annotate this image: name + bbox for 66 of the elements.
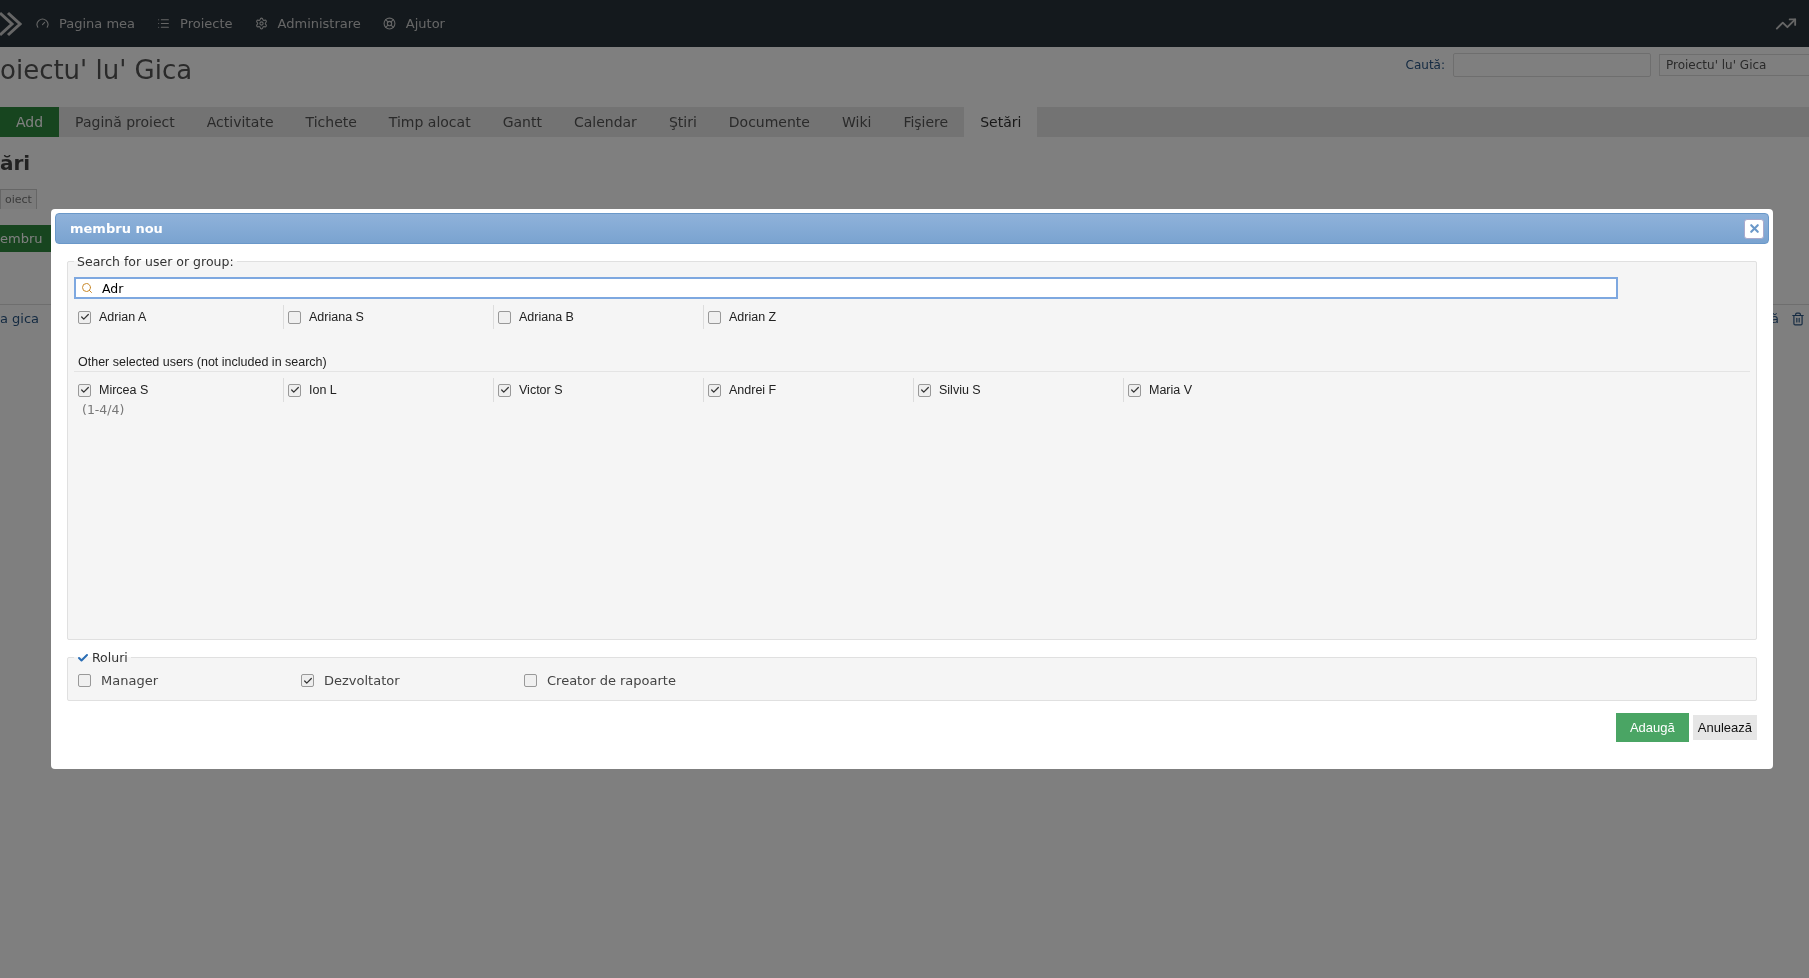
search-label: Caută: <box>1405 58 1445 72</box>
checkbox[interactable] <box>288 310 301 324</box>
checkbox[interactable] <box>708 310 721 324</box>
user-name: Mircea S <box>99 383 149 397</box>
cancel-button[interactable]: Anulează <box>1692 715 1757 740</box>
user-name: Andrei F <box>729 383 777 397</box>
tab[interactable]: Activitate <box>190 107 290 137</box>
search-icon <box>81 282 93 294</box>
check-icon <box>77 651 89 664</box>
tab[interactable]: Add <box>0 107 60 137</box>
gear-icon <box>254 17 268 30</box>
tab[interactable]: Wiki <box>825 107 888 137</box>
tab[interactable]: Fişiere <box>887 107 965 137</box>
settings-title: ări <box>0 151 32 175</box>
tab[interactable]: Documente <box>712 107 826 137</box>
checkbox[interactable] <box>918 383 931 397</box>
other-users-heading: Other selected users (not included in search) <box>74 355 1750 372</box>
role-name: Manager <box>101 673 158 688</box>
tab[interactable]: Ştiri <box>652 107 713 137</box>
menu-link[interactable]: Proiecte <box>157 16 233 31</box>
checkbox[interactable] <box>708 383 721 397</box>
tab[interactable]: Timp alocat <box>372 107 487 137</box>
member-link[interactable]: a gica <box>0 311 40 326</box>
menu-link[interactable]: Pagina mea <box>36 16 136 31</box>
help-icon <box>382 17 396 30</box>
checkbox[interactable] <box>78 674 91 687</box>
project-title: oiectu' lu' Gica <box>0 55 193 85</box>
tab[interactable]: Pagină proiect <box>59 107 191 137</box>
search-field[interactable]: Adr <box>74 277 1618 299</box>
user-name: Adrian Z <box>729 310 777 324</box>
user-name: Victor S <box>519 383 563 397</box>
menu-link[interactable]: Administrare <box>254 16 361 31</box>
tab[interactable]: Tichete <box>289 107 373 137</box>
tab[interactable]: Calendar <box>557 107 653 137</box>
dashboard-icon <box>36 17 49 30</box>
tab[interactable]: Gantt <box>486 107 558 137</box>
checkbox[interactable] <box>524 674 537 687</box>
checkbox[interactable] <box>498 310 511 324</box>
checkbox[interactable] <box>78 383 91 397</box>
close-button[interactable] <box>1744 218 1764 239</box>
user-name: Ion L <box>309 383 337 397</box>
project-select[interactable]: Proiectu' lu' Gica <box>1659 54 1809 76</box>
menu-link[interactable]: Ajutor <box>382 16 445 31</box>
checkbox[interactable] <box>1128 383 1141 397</box>
close-icon <box>1747 222 1761 235</box>
checkbox[interactable] <box>301 674 314 687</box>
search-legend: Search for user or group: <box>74 254 237 269</box>
trash-icon[interactable] <box>1791 311 1805 326</box>
dialog-title: membru nou <box>70 221 163 236</box>
list-icon <box>157 17 171 30</box>
settings-tab[interactable]: oiect <box>0 189 37 209</box>
user-name: Maria V <box>1149 383 1193 397</box>
role-name: Dezvoltator <box>324 673 400 688</box>
tab[interactable]: Setări <box>964 107 1038 137</box>
checkbox[interactable] <box>78 310 91 324</box>
user-name: Adriana B <box>519 310 574 324</box>
role-name: Creator de rapoarte <box>547 673 676 688</box>
add-button[interactable]: Adaugă <box>1615 713 1689 742</box>
user-name: Adriana S <box>309 310 364 324</box>
result-count: (1-4/4) <box>81 402 126 417</box>
checkbox[interactable] <box>288 383 301 397</box>
user-name: Adrian A <box>99 310 147 324</box>
checkbox[interactable] <box>498 383 511 397</box>
user-name: Silviu S <box>939 383 981 397</box>
roles-legend: Roluri <box>92 650 128 665</box>
new-member-button[interactable]: embru <box>0 225 51 252</box>
